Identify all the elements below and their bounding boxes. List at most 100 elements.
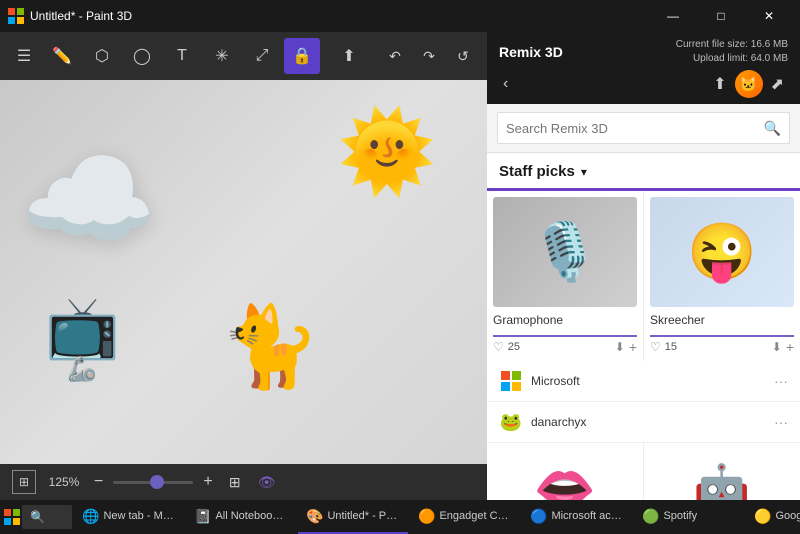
item-actions: ♡ 15 ⬇ +	[650, 339, 794, 355]
tv-robot-object[interactable]: 📺 🦾	[45, 292, 120, 384]
skreecher-thumbnail[interactable]: 😜	[650, 197, 794, 307]
engadget-icon: 🟠	[418, 508, 435, 525]
microsoft-label: Microsoft acqui...	[551, 510, 624, 522]
upload-button[interactable]: ⬆	[709, 70, 730, 98]
taskbar-search[interactable]: 🔍	[22, 505, 72, 529]
crop-tool-button[interactable]: ⤢	[244, 38, 280, 74]
paint3d-label: Untitled* - Pain...	[327, 510, 400, 522]
taskbar-app-notebooks[interactable]: 📓 All Notebooks -...	[186, 500, 296, 534]
item-divider	[650, 335, 794, 337]
notebooks-icon: 📓	[194, 508, 211, 525]
hangouts-icon: 🟡	[754, 508, 771, 525]
taskbar-app-chrome[interactable]: 🌐 New tab - Mic...	[74, 500, 184, 534]
gramophone-icon: 🎙️	[530, 219, 600, 285]
title-bar: Untitled* - Paint 3D — □ ✕	[0, 0, 800, 32]
cat-object[interactable]: 🐈	[220, 300, 320, 394]
zoom-slider[interactable]	[113, 481, 193, 484]
items-grid: 🎙️ Gramophone ♡ 25 ⬇ + 😜	[487, 191, 800, 361]
download-button[interactable]: ⬇	[772, 340, 782, 354]
close-button[interactable]: ✕	[746, 0, 792, 32]
effects-tool-button[interactable]: ✳	[204, 38, 240, 74]
crop-button[interactable]: ⊞	[12, 470, 36, 494]
list-item[interactable]: 🤖	[644, 443, 800, 500]
user-more-button[interactable]: ···	[774, 373, 788, 389]
remix-title: Remix 3D	[499, 44, 563, 60]
redo2-button[interactable]: ↺	[447, 40, 479, 72]
upload-limit: Upload limit: 64.0 MB	[676, 52, 788, 66]
staff-picks-label: Staff picks	[499, 163, 575, 180]
remix-content[interactable]: Staff picks ▾ 🎙️ Gramophone ♡ 25 ⬇ +	[487, 153, 800, 500]
eye-button[interactable]: 👁	[255, 470, 279, 494]
robot-icon: 🤖	[693, 461, 750, 501]
paint-area: ☰ ✏️ ⬡ ◯ T ✳ ⤢ 🔒 ⬆ ↶ ↷ ↺ ☁️ 🌞	[0, 32, 487, 500]
file-size: Current file size: 16.6 MB	[676, 38, 788, 52]
maximize-button[interactable]: □	[698, 0, 744, 32]
remix-nav-row: ‹ ⬆ 🐱 ⬈	[499, 70, 788, 104]
zoom-in-button[interactable]: +	[201, 473, 214, 491]
back-button[interactable]: ‹	[499, 73, 512, 95]
text-tool-button[interactable]: T	[164, 38, 200, 74]
file-info: Current file size: 16.6 MB Upload limit:…	[676, 38, 788, 66]
gramophone-thumbnail[interactable]: 🎙️	[493, 197, 637, 307]
taskbar-app-engadget[interactable]: 🟠 Engadget CMS -...	[410, 500, 520, 534]
user-more-button[interactable]: ···	[774, 414, 788, 430]
shapes-tool-button[interactable]: ⬡	[84, 38, 120, 74]
skreecher-icon: 😜	[687, 219, 757, 285]
main-container: ☰ ✏️ ⬡ ◯ T ✳ ⤢ 🔒 ⬆ ↶ ↷ ↺ ☁️ 🌞	[0, 32, 800, 500]
staff-picks-header: Staff picks ▾	[487, 153, 800, 191]
sun-object[interactable]: 🌞	[337, 105, 437, 199]
share-button[interactable]: ⬆	[331, 38, 367, 74]
remix-panel: Remix 3D Current file size: 16.6 MB Uplo…	[487, 32, 800, 500]
eraser-tool-button[interactable]: ◯	[124, 38, 160, 74]
list-item[interactable]: 👄	[487, 443, 643, 500]
undo-button[interactable]: ↶	[379, 40, 411, 72]
preview-grid: 👄 🤖	[487, 443, 800, 500]
hangouts-label: Google Hango...	[775, 510, 800, 522]
like-button[interactable]: ♡	[493, 340, 504, 354]
like-count: 25	[508, 341, 520, 353]
download-button[interactable]: ⬇	[615, 340, 625, 354]
window-controls: — □ ✕	[650, 0, 792, 32]
user-avatar[interactable]: 🐱	[735, 70, 763, 98]
remix-header: Remix 3D Current file size: 16.6 MB Uplo…	[487, 32, 800, 104]
canvas[interactable]: ☁️ 🌞 📺 🦾 🐈	[0, 80, 487, 464]
search-input[interactable]	[506, 121, 764, 136]
add-button[interactable]: +	[786, 339, 794, 355]
item-actions: ♡ 25 ⬇ +	[493, 339, 637, 355]
skreecher-title: Skreecher	[650, 313, 794, 327]
add-button[interactable]: +	[629, 339, 637, 355]
chrome-label: New tab - Mic...	[103, 510, 176, 522]
undo-redo-group: ↶ ↷ ↺	[379, 40, 479, 72]
spotify-icon: 🟢	[642, 508, 659, 525]
view-button[interactable]: ⊞	[223, 470, 247, 494]
taskbar-app-paint3d[interactable]: 🎨 Untitled* - Pain...	[298, 500, 408, 534]
spotify-label: Spotify	[663, 510, 697, 522]
remix-nav-icons: ⬆ 🐱 ⬈	[709, 70, 788, 98]
danarchyx-name: danarchyx	[531, 415, 774, 429]
microsoft-name: Microsoft	[531, 374, 774, 388]
taskbar-app-microsoft[interactable]: 🔵 Microsoft acqui...	[522, 500, 632, 534]
remix-tool-button[interactable]: 🔒	[284, 38, 320, 74]
search-box[interactable]: 🔍	[497, 112, 790, 144]
pencil-tool-button[interactable]: ✏️	[44, 38, 80, 74]
start-button[interactable]	[4, 500, 20, 534]
taskbar-app-hangouts[interactable]: 🟡 Google Hango...	[746, 500, 800, 534]
hamburger-menu[interactable]: ☰	[8, 40, 40, 72]
cloud-object[interactable]: ☁️	[20, 135, 157, 264]
notebooks-label: All Notebooks -...	[215, 510, 288, 522]
list-item: 😜 Skreecher ♡ 15 ⬇ +	[644, 191, 800, 361]
like-button[interactable]: ♡	[650, 340, 661, 354]
chrome-icon: 🌐	[82, 508, 99, 525]
external-link-button[interactable]: ⬈	[767, 70, 788, 98]
staff-picks-dropdown-icon[interactable]: ▾	[581, 165, 587, 179]
zoom-out-button[interactable]: −	[92, 473, 105, 491]
danarchyx-icon: 🐸	[499, 410, 523, 434]
redo-button[interactable]: ↷	[413, 40, 445, 72]
microsoft-icon	[499, 369, 523, 393]
remix-top-row: Remix 3D Current file size: 16.6 MB Uplo…	[499, 38, 788, 66]
paint3d-icon: 🎨	[306, 508, 323, 525]
minimize-button[interactable]: —	[650, 0, 696, 32]
taskbar-app-spotify[interactable]: 🟢 Spotify	[634, 500, 744, 534]
search-button[interactable]: 🔍	[764, 120, 781, 137]
toolbar: ☰ ✏️ ⬡ ◯ T ✳ ⤢ 🔒 ⬆ ↶ ↷ ↺	[0, 32, 487, 80]
